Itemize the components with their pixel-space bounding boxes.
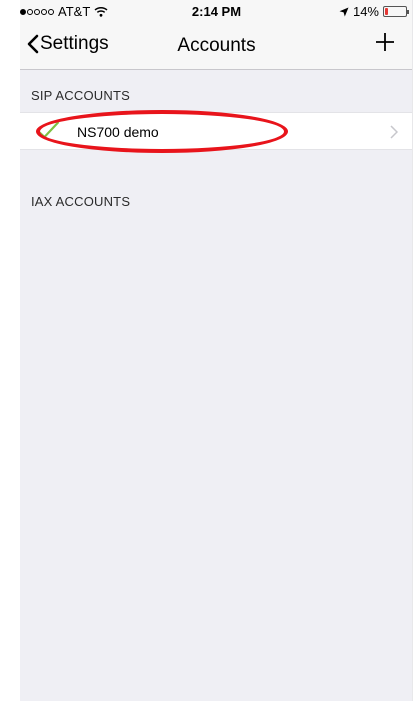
checkmark-icon bbox=[36, 121, 60, 139]
phone-screen: AT&T 2:14 PM 14% Settings Accounts SIP A… bbox=[20, 0, 413, 701]
status-bar: AT&T 2:14 PM 14% bbox=[20, 0, 413, 22]
plus-icon bbox=[376, 33, 394, 51]
page-title: Accounts bbox=[177, 35, 256, 56]
chevron-right-icon bbox=[390, 125, 398, 139]
location-arrow-icon bbox=[339, 7, 349, 16]
iax-accounts-header: IAX ACCOUNTS bbox=[31, 194, 131, 209]
sip-accounts-header: SIP ACCOUNTS bbox=[31, 88, 130, 103]
add-account-button[interactable] bbox=[373, 30, 397, 54]
status-right-group: 14% bbox=[339, 4, 409, 19]
navigation-bar: Settings Accounts bbox=[20, 22, 413, 70]
battery-icon bbox=[383, 6, 409, 17]
battery-percent: 14% bbox=[352, 4, 379, 19]
account-row[interactable]: NS700 demo bbox=[20, 112, 413, 150]
account-name: NS700 demo bbox=[77, 124, 159, 140]
